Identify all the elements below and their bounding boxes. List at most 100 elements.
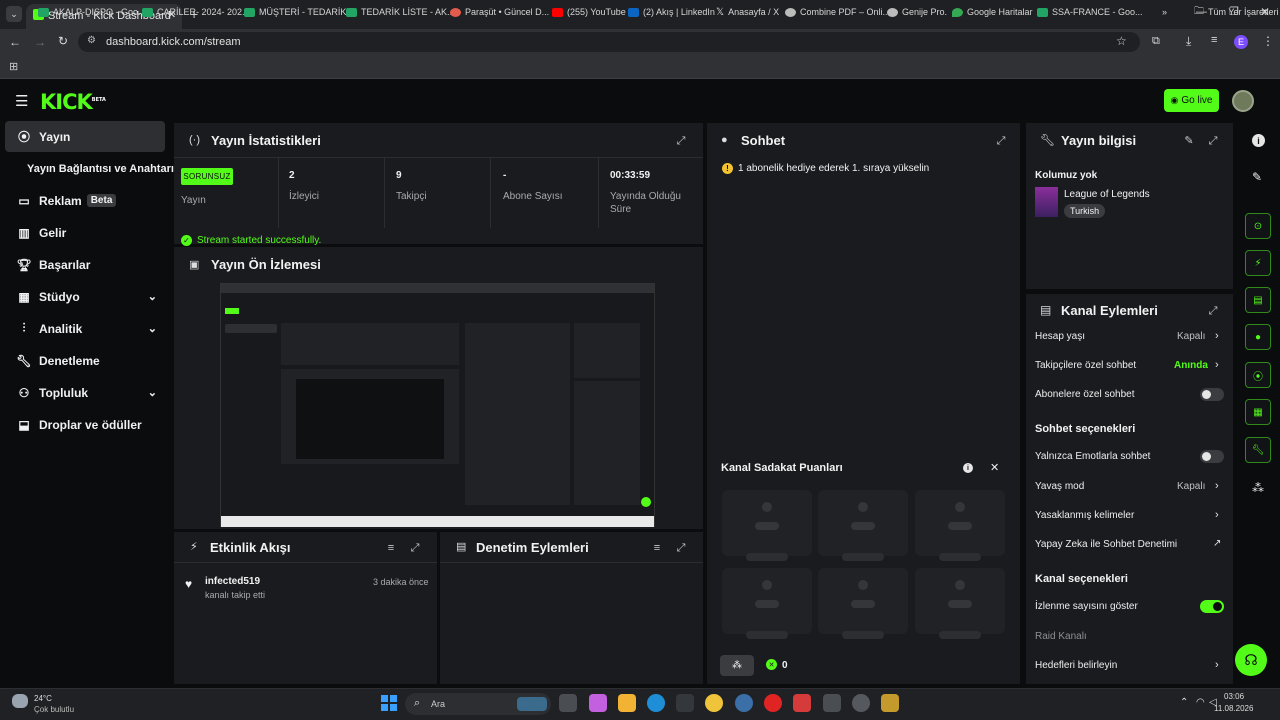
show-viewers-toggle[interactable] <box>1200 600 1224 613</box>
snipping-icon[interactable] <box>823 694 841 712</box>
bookmark-0[interactable]: AKALP-DISPO - Goo... <box>38 5 146 19</box>
category-name[interactable]: League of Legends <box>1064 189 1150 200</box>
sidebar-item-revenue[interactable]: ▥ Gelir <box>5 217 165 248</box>
clock-date[interactable]: 11.08.2026 <box>1214 704 1253 713</box>
close-icon[interactable]: ✕ <box>990 461 999 474</box>
clock-time[interactable]: 03:06 <box>1224 692 1244 701</box>
ai-moderation-row[interactable]: Yapay Zeka ile Sohbet Denetimi <box>1035 539 1177 550</box>
raid-row[interactable]: Raid Kanalı <box>1035 631 1087 642</box>
bookmark-8[interactable]: Combine PDF – Onli... <box>785 5 890 19</box>
avatar[interactable] <box>1232 90 1254 112</box>
tray-chevron-icon[interactable]: ⌃ <box>1180 697 1188 708</box>
chevron-right-icon[interactable]: › <box>1215 330 1219 342</box>
external-link-icon[interactable]: ↗ <box>1213 538 1221 549</box>
expand-icon[interactable]: ⤢ <box>1207 305 1219 317</box>
sidebar-item-stream-key[interactable]: Yayın Bağlantısı ve Anahtarı <box>5 153 174 184</box>
all-bookmarks[interactable]: 🗀 Tüm Yer İşaretleri <box>1194 5 1279 19</box>
bookmark-6[interactable]: (2) Akış | LinkedIn <box>628 5 715 19</box>
sidebar-item-yayin[interactable]: ⦿ Yayın <box>5 121 165 152</box>
bookmark-9[interactable]: Genije Pro. <box>887 5 947 19</box>
filter-icon[interactable]: ≡ <box>651 542 663 554</box>
rail-broadcast-button[interactable]: ⦿ <box>1245 362 1271 388</box>
task-view-icon[interactable] <box>559 694 577 712</box>
loyalty-icon[interactable]: ⁂ <box>1252 481 1264 495</box>
reload-icon[interactable]: ↻ <box>58 34 68 48</box>
sidebar-item-moderation[interactable]: 🔧︎ Denetleme <box>5 345 165 376</box>
expand-icon[interactable]: ⤢ <box>409 542 421 554</box>
edge-icon[interactable] <box>647 694 665 712</box>
rail-lightning-button[interactable]: ⚡︎ <box>1245 250 1271 276</box>
chevron-right-icon[interactable]: › <box>1215 659 1219 671</box>
store-icon[interactable] <box>676 694 694 712</box>
go-live-button[interactable]: ◉ Go live <box>1164 89 1219 112</box>
bookmark-1[interactable]: CARİLER- 2024- 202... <box>142 5 250 19</box>
address-bar[interactable]: ⚙ dashboard.kick.com/stream ☆ <box>78 32 1140 52</box>
taskbar-search[interactable]: ⌕ Ara <box>405 693 551 715</box>
edit-icon[interactable]: ✎ <box>1183 135 1195 147</box>
emote-only-toggle[interactable] <box>1200 450 1224 463</box>
apps-grid-icon[interactable]: ⊞ <box>9 60 18 73</box>
copilot-icon[interactable] <box>589 694 607 712</box>
slow-mode-row[interactable]: Yavaş mod <box>1035 481 1084 492</box>
download-icon[interactable]: ⤓ <box>1186 34 1191 49</box>
file-explorer-icon[interactable] <box>618 694 636 712</box>
app-icon[interactable] <box>881 694 899 712</box>
stream-preview-video[interactable] <box>220 283 655 527</box>
set-goals-row[interactable]: Hedefleri belirleyin <box>1035 660 1117 671</box>
sidebar-item-community[interactable]: ⚇ Topluluk ⌄ <box>5 377 165 408</box>
reading-list-icon[interactable]: ≡ <box>1211 34 1217 46</box>
media-icon[interactable] <box>764 694 782 712</box>
chevron-right-icon[interactable]: › <box>1215 509 1219 521</box>
rail-stats-button[interactable]: ▤ <box>1245 287 1271 313</box>
edit-icon[interactable]: ✎ <box>1252 170 1262 184</box>
chevron-right-icon[interactable]: › <box>1215 480 1219 492</box>
bookmark-5[interactable]: (255) YouTube <box>552 5 626 19</box>
info-icon[interactable]: i <box>963 463 973 473</box>
tab-list-icon[interactable]: ⌄ <box>6 6 22 22</box>
sidebar-item-drops[interactable]: ⬓ Droplar ve ödüller <box>5 409 165 440</box>
browser-menu-icon[interactable]: ⋮ <box>1262 34 1274 48</box>
hamburger-menu-icon[interactable]: ☰ <box>15 92 28 110</box>
app-icon[interactable] <box>735 694 753 712</box>
rail-moderation-button[interactable]: ▦ <box>1245 399 1271 425</box>
rail-camera-button[interactable]: ⊙ <box>1245 213 1271 239</box>
kick-logo[interactable]: KICKBETA <box>40 90 106 114</box>
bookmark-10[interactable]: Google Haritalar <box>952 5 1033 19</box>
chrome-icon[interactable] <box>705 694 723 712</box>
more-bookmarks-icon[interactable]: » <box>1162 5 1167 19</box>
banned-words-row[interactable]: Yasaklanmış kelimeler <box>1035 510 1134 521</box>
sidebar-item-achievements[interactable]: 🏆︎ Başarılar <box>5 249 165 280</box>
recorder-icon[interactable] <box>793 694 811 712</box>
obs-icon[interactable] <box>852 694 870 712</box>
extensions-icon[interactable]: ⧉ <box>1152 35 1160 48</box>
bookmark-7[interactable]: 𝕏 Anasayfa / X <box>716 5 779 19</box>
expand-icon[interactable]: ⤢ <box>995 135 1007 147</box>
rail-wrench-button[interactable]: 🔧︎ <box>1245 437 1271 463</box>
expand-icon[interactable]: ⤢ <box>675 135 687 147</box>
forward-icon[interactable]: → <box>34 35 46 49</box>
sidebar-item-analytics[interactable]: ⫶ Analitik ⌄ <box>5 313 165 344</box>
account-age-row[interactable]: Hesap yaşı <box>1035 331 1085 342</box>
back-icon[interactable]: ← <box>9 35 21 49</box>
filter-icon[interactable]: ≡ <box>385 542 397 554</box>
windows-start-icon[interactable] <box>381 695 397 711</box>
bookmark-2[interactable]: MÜŞTERİ - TEDARİK... <box>244 5 354 19</box>
expand-icon[interactable]: ⤢ <box>1207 135 1219 147</box>
bookmark-11[interactable]: SSA-FRANCE - Goo... <box>1037 5 1143 19</box>
subs-only-toggle[interactable] <box>1200 388 1224 401</box>
rail-chat-button[interactable]: ● <box>1245 324 1271 350</box>
loyalty-points-button[interactable]: ⁂ <box>720 655 754 676</box>
bookmark-4[interactable]: Paraşüt • Güncel D... <box>450 5 549 19</box>
info-icon[interactable]: i <box>1252 134 1265 147</box>
sidebar-item-studio[interactable]: ▦ Stüdyo ⌄ <box>5 281 165 312</box>
sidebar-item-ads[interactable]: ▭ Reklam Beta <box>5 185 165 216</box>
activity-user[interactable]: infected519 <box>205 576 260 587</box>
chat-goal[interactable]: 1 abonelik hediye ederek 1. sıraya yükse… <box>738 163 929 174</box>
followers-only-row[interactable]: Takipçilere özel sohbet <box>1035 360 1136 371</box>
bookmark-3[interactable]: TEDARİK LİSTE - AK... <box>346 5 455 19</box>
help-button[interactable]: ☊ <box>1235 644 1267 676</box>
wifi-icon[interactable]: ◠ <box>1196 697 1205 708</box>
site-info-icon[interactable]: ⚙ <box>87 35 96 46</box>
profile-icon[interactable]: E <box>1234 35 1248 49</box>
chevron-right-icon[interactable]: › <box>1215 359 1219 371</box>
